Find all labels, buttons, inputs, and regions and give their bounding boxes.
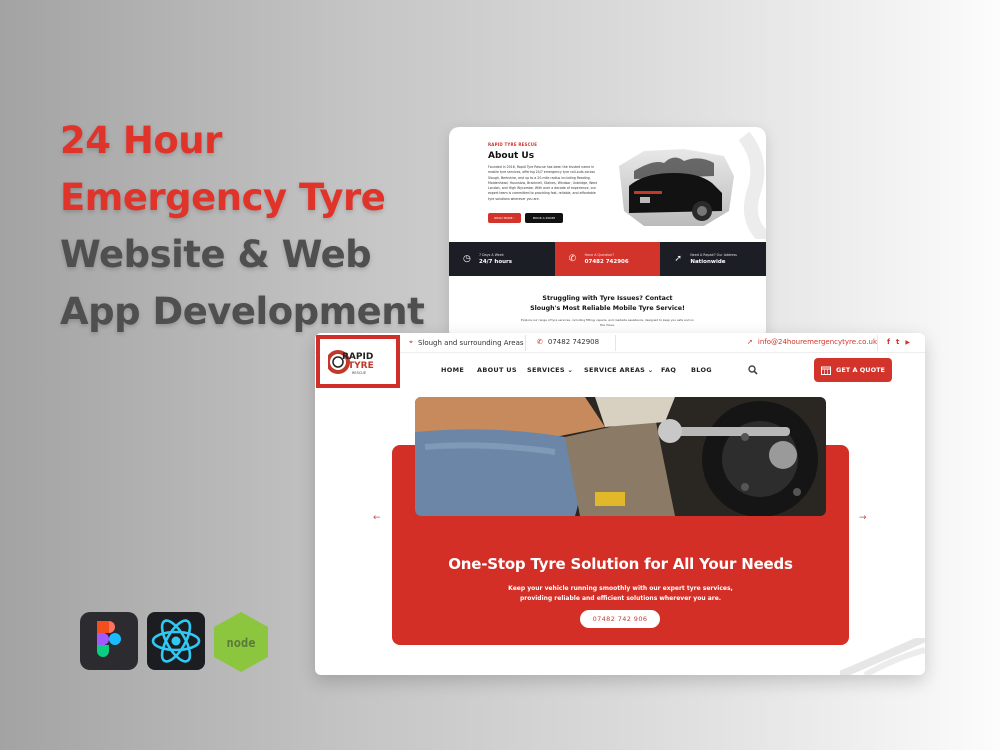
topbar-phone[interactable]: ✆ 07482 742908: [537, 338, 599, 346]
section-title: Struggling with Tyre Issues? Contact Slo…: [530, 295, 685, 312]
topbar-location: ⌖ Slough and surrounding Areas: [409, 338, 524, 347]
headline-line-1: 24 Hour: [60, 119, 222, 162]
nav-service-areas[interactable]: SERVICE AREAS ⌄: [584, 366, 653, 374]
info-address-label: Need A Repair? Our Address: [690, 253, 737, 257]
react-icon: [147, 612, 205, 670]
social-links: f t ▶: [887, 338, 910, 346]
carousel-prev-button[interactable]: ←: [373, 513, 381, 523]
figma-icon: [80, 612, 138, 670]
get-a-quote-button[interactable]: GET A QUOTE: [814, 358, 892, 382]
youtube-icon[interactable]: ▶: [905, 339, 910, 346]
info-phone[interactable]: ✆ Have A Question? 07482 742906: [554, 242, 661, 276]
info-address-value: Nationwide: [690, 259, 726, 265]
tyre-track-decoration: [840, 638, 925, 675]
hero-call-button[interactable]: 07482 742 906: [580, 610, 660, 628]
nav-faq[interactable]: FAQ: [661, 366, 676, 374]
clock-icon: ◷: [463, 254, 471, 264]
phone-icon: ✆: [568, 254, 577, 264]
home-page-mockup: ⌖ Slough and surrounding Areas ✆ 07482 7…: [315, 333, 925, 675]
info-phone-label: Have A Question?: [584, 253, 614, 257]
book-label: BOOK A ROOM: [532, 216, 556, 220]
logo[interactable]: RAPID TYRE RESCUE: [316, 335, 400, 388]
book-button[interactable]: BOOK A ROOM: [525, 213, 563, 223]
hero-subtitle-line-1: Keep your vehicle running smoothly with …: [508, 585, 733, 592]
car-image: [619, 131, 766, 239]
hero-subtitle-line-2: providing reliable and efficient solutio…: [519, 595, 722, 602]
about-page-mockup: RAPID TYRE RESCUE About Us Founded in 20…: [449, 127, 766, 340]
nav-home[interactable]: HOME: [441, 366, 464, 374]
info-hours-value: 24/7 hours: [479, 259, 512, 265]
top-bar: ⌖ Slough and surrounding Areas ✆ 07482 7…: [315, 333, 925, 353]
about-title: About Us: [488, 151, 535, 161]
info-phone-value: 07482 742906: [584, 259, 629, 265]
info-hours: ◷ 7 Days A Week 24/7 hours: [449, 242, 555, 276]
info-address: ➚ Need A Repair? Our Address Nationwide: [660, 242, 766, 276]
phone-text: 07482 742908: [547, 338, 600, 346]
read-more-label: READ MORE: [494, 216, 513, 220]
facebook-icon[interactable]: f: [887, 338, 890, 346]
quote-label: GET A QUOTE: [836, 366, 885, 374]
calendar-icon: [821, 366, 831, 375]
hero-subtitle: Keep your vehicle running smoothly with …: [392, 584, 849, 604]
location-arrow-icon: ➚: [674, 254, 682, 264]
about-paragraph: Founded in 2016, Rapid Tyre Rescue has b…: [488, 165, 597, 201]
about-eyebrow: RAPID TYRE RESCUE: [488, 142, 538, 147]
info-hours-label: 7 Days A Week: [479, 253, 504, 257]
map-pin-icon: ⌖: [409, 338, 413, 346]
headline-line-4: App Development: [60, 290, 425, 333]
topbar-email[interactable]: ➚ info@24houremergencytyre.co.uk: [747, 338, 877, 346]
nav-about[interactable]: ABOUT US: [477, 366, 517, 374]
read-more-button[interactable]: READ MORE ›: [488, 213, 521, 223]
nodejs-icon: node: [211, 610, 271, 672]
email-text: info@24houremergencytyre.co.uk: [757, 338, 878, 346]
headline-line-2: Emergency Tyre: [60, 176, 386, 219]
carousel-next-button[interactable]: →: [859, 513, 867, 523]
node-label: node: [227, 636, 256, 650]
location-text: Slough and surrounding Areas: [417, 338, 524, 347]
search-icon[interactable]: [748, 365, 758, 375]
logo-line-2: TYRE: [348, 361, 374, 371]
hero-image-mechanic: [415, 397, 826, 516]
logo-line-3: RESCUE: [352, 371, 366, 375]
nav-blog[interactable]: BLOG: [691, 366, 712, 374]
info-bar: ◷ 7 Days A Week 24/7 hours ✆ Have A Ques…: [449, 242, 766, 276]
nav-services[interactable]: SERVICES ⌄: [527, 366, 573, 374]
send-icon: ➚: [747, 338, 753, 346]
headline-line-3: Website & Web: [60, 233, 372, 276]
twitter-icon[interactable]: t: [896, 338, 899, 346]
headline: 24 Hour Emergency Tyre Website & Web App…: [60, 112, 425, 340]
section-subtitle: Explore our range of tyre services, incl…: [521, 318, 694, 327]
phone-icon: ✆: [537, 338, 543, 346]
hero-title: One-Stop Tyre Solution for All Your Need…: [448, 555, 793, 573]
